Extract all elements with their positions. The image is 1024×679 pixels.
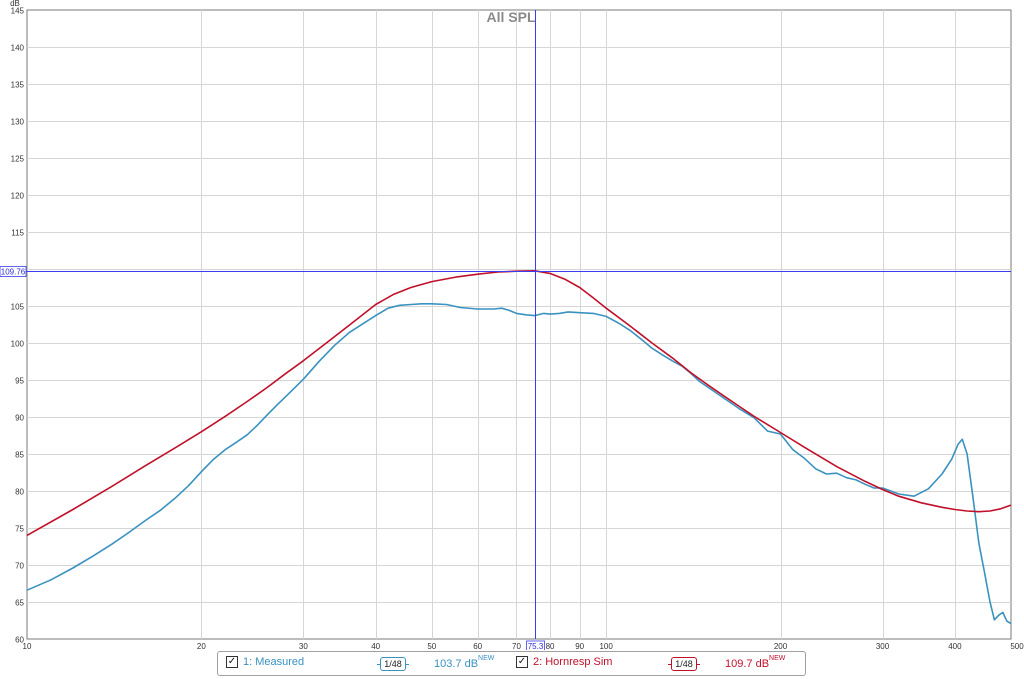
measured-level: 103.7 dBNEW: [434, 655, 495, 670]
y-tick-label: 65: [15, 599, 24, 608]
y-tick-label: 135: [11, 81, 25, 90]
measured-level-value: 103.7 dB: [434, 658, 479, 670]
legend: ✓ 1: Measured 1/48 103.7 dBNEW ✓ 2: Horn…: [217, 651, 806, 676]
hornresp-label: 2: Hornresp Sim: [533, 656, 613, 668]
cursor[interactable]: 109.76 75.3: [0, 10, 1011, 650]
x-tick-label: 400: [948, 642, 962, 650]
y-tick-label: 85: [15, 451, 24, 460]
x-tick-label: 40: [371, 642, 380, 650]
y-tick-label: 100: [11, 340, 25, 349]
x-tick-label: 200: [774, 642, 788, 650]
hornresp-smoothing-label: 1/48: [671, 657, 697, 671]
axes: 6065707580859095100105110115120125130135…: [11, 7, 1024, 651]
y-axis-label: dB: [10, 0, 20, 8]
y-tick-label: 95: [15, 377, 24, 386]
hornresp-level: 109.7 dBNEW: [725, 655, 786, 670]
measured-smoothing-button[interactable]: 1/48: [377, 657, 409, 671]
x-tick-label: 30: [299, 642, 308, 650]
y-tick-label: 90: [15, 414, 24, 423]
x-tick-label: 300: [876, 642, 890, 650]
hornresp-level-tag: NEW: [769, 655, 786, 662]
measured-checkbox[interactable]: ✓: [226, 656, 238, 668]
measured-label: 1: Measured: [243, 656, 305, 668]
series-lines: [26, 270, 1012, 625]
hornresp-level-value: 109.7 dB: [725, 658, 770, 670]
x-tick-label: 500 Hz: [1010, 642, 1024, 650]
x-tick-label: 90: [575, 642, 584, 650]
x-tick-label: 80: [546, 642, 555, 650]
cursor-y-readout: 109.76: [1, 268, 26, 277]
x-tick-label: 50: [427, 642, 436, 650]
y-tick-label: 120: [11, 192, 25, 201]
legend-item-hornresp[interactable]: ✓ 2: Hornresp Sim: [516, 656, 612, 668]
y-tick-label: 75: [15, 525, 24, 534]
measured-level-tag: NEW: [478, 655, 495, 662]
x-tick-label: 60: [473, 642, 482, 650]
x-tick-label: 20: [197, 642, 206, 650]
y-tick-label: 105: [11, 303, 25, 312]
legend-item-measured[interactable]: ✓ 1: Measured: [226, 656, 304, 668]
y-tick-label: 130: [11, 118, 25, 127]
measured-smoothing-label: 1/48: [380, 657, 406, 671]
x-tick-label: 10: [23, 642, 32, 650]
y-tick-label: 125: [11, 155, 25, 164]
y-tick-label: 80: [15, 488, 24, 497]
series-line-1: [26, 303, 1012, 625]
y-tick-label: 115: [11, 229, 24, 238]
series-line-2: [26, 270, 1012, 537]
plot-frame: [26, 9, 1012, 640]
y-tick-label: 140: [11, 44, 25, 53]
spl-chart[interactable]: 6065707580859095100105110115120125130135…: [0, 0, 1024, 650]
x-tick-label: 100: [599, 642, 613, 650]
cursor-x-readout: 75.3: [528, 642, 544, 650]
x-tick-label: 70: [512, 642, 521, 650]
hornresp-smoothing-button[interactable]: 1/48: [668, 657, 700, 671]
grid: [26, 9, 1012, 640]
hornresp-checkbox[interactable]: ✓: [516, 656, 528, 668]
y-tick-label: 70: [15, 562, 24, 571]
chart-title: All SPL: [486, 9, 535, 25]
